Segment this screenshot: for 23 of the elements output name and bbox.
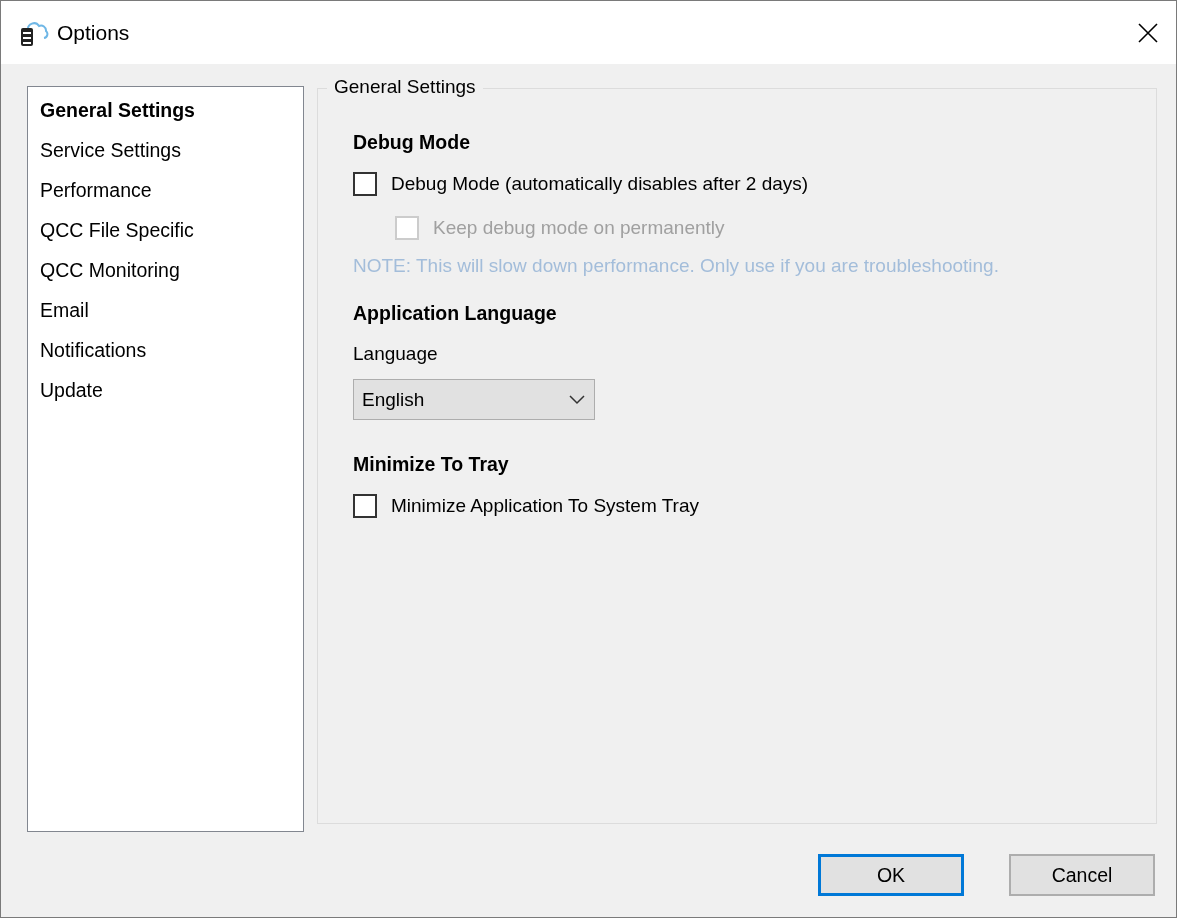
category-item[interactable]: General Settings <box>28 95 303 135</box>
note-text: NOTE: This will slow down performance. Only use if you are troubleshooting. <box>353 255 1000 277</box>
category-item[interactable]: QCC Monitoring <box>28 255 303 295</box>
language-dropdown[interactable]: English <box>353 379 595 420</box>
category-item[interactable]: Update <box>28 375 303 415</box>
section-heading: Application Language <box>353 301 558 326</box>
category-item[interactable]: QCC File Specific <box>28 215 303 255</box>
category-item[interactable]: Email <box>28 295 303 335</box>
category-item[interactable]: Notifications <box>28 335 303 375</box>
dialog-button[interactable]: Cancel <box>1009 854 1155 896</box>
window-title: Options <box>57 20 130 45</box>
field-label: Language <box>353 343 439 365</box>
checkbox-label: Debug Mode (automatically disables after 2 days) <box>391 173 809 195</box>
checkbox-label: Keep debug mode on permanently <box>433 217 725 239</box>
section-heading: Debug Mode <box>353 130 471 155</box>
dialog-button[interactable]: OK <box>818 854 964 896</box>
category-item[interactable]: Service Settings <box>28 135 303 175</box>
chevron-down-icon <box>569 394 585 405</box>
checkbox[interactable] <box>353 172 377 196</box>
checkbox-label: Minimize Application To System Tray <box>391 495 699 517</box>
section-heading: Minimize To Tray <box>353 452 510 477</box>
category-item[interactable]: Performance <box>28 175 303 215</box>
checkbox[interactable] <box>353 494 377 518</box>
